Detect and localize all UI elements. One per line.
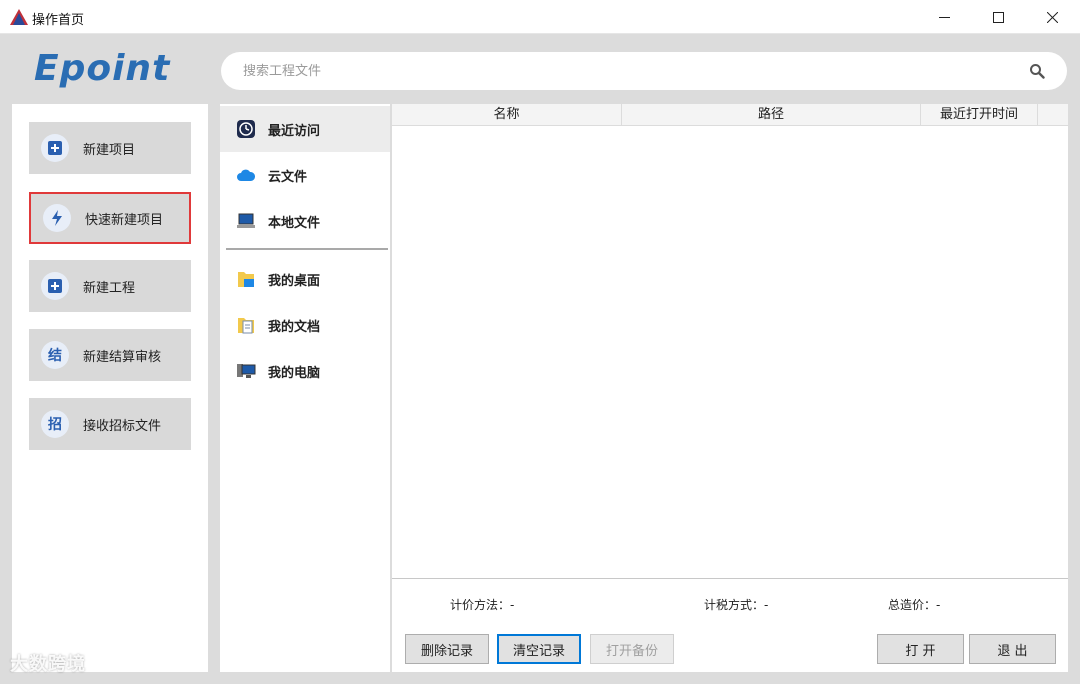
delete-record-button[interactable]: 删除记录: [405, 634, 489, 664]
nav-label-cloud: 云文件: [268, 169, 308, 185]
open-backup-button[interactable]: 打开备份: [590, 634, 674, 664]
pricing-method-text: 计价方法：-: [450, 598, 515, 612]
window-title: 操作首页: [32, 13, 85, 28]
laptop-icon: [236, 211, 256, 231]
nav-item-recent[interactable]: 最近访问: [220, 106, 390, 152]
nav-item-local[interactable]: 本地文件: [220, 198, 390, 244]
search-input[interactable]: [243, 52, 1023, 90]
clear-records-button[interactable]: 清空记录: [497, 634, 581, 664]
minimize-icon: [938, 16, 950, 18]
maximize-button[interactable]: [971, 0, 1025, 34]
close-button[interactable]: [1025, 0, 1079, 34]
new-project-button[interactable]: 新建项目: [29, 122, 191, 174]
new-construction-label: 新建工程: [83, 280, 136, 296]
nav-label-desktop: 我的桌面: [268, 273, 321, 289]
lightning-icon: [43, 204, 71, 232]
app-logo-icon: [10, 9, 28, 25]
column-header-last-opened[interactable]: 最近打开时间: [921, 104, 1038, 126]
new-construction-icon: [41, 272, 69, 300]
file-list-panel: 名称 路径 最近打开时间 计价方法：- 计税方式：- 总造价：- 删除记录 清空…: [392, 104, 1068, 672]
nav-label-local: 本地文件: [268, 215, 321, 231]
open-button[interactable]: 打 开: [877, 634, 964, 664]
tender-icon: 招: [41, 410, 69, 438]
documents-folder-icon: [236, 315, 256, 335]
nav-label-recent: 最近访问: [268, 123, 321, 139]
nav-item-documents[interactable]: 我的文档: [220, 302, 390, 348]
clock-icon: [236, 119, 256, 139]
header: Epoint: [0, 34, 1080, 104]
search-bar[interactable]: [221, 52, 1067, 90]
footer-divider: [392, 578, 1068, 579]
column-header-path[interactable]: 路径: [622, 104, 921, 126]
receive-tender-file-label: 接收招标文件: [83, 418, 162, 434]
desktop-folder-icon: [236, 269, 256, 289]
computer-icon: [236, 361, 256, 381]
minimize-button[interactable]: [917, 0, 971, 34]
action-panel: 新建项目 快速新建项目 新建工程 结 新建结算审核 招 接收招标文件: [12, 104, 208, 672]
nav-item-computer[interactable]: 我的电脑: [220, 348, 390, 394]
new-project-label: 新建项目: [83, 142, 136, 158]
receive-tender-file-button[interactable]: 招 接收招标文件: [29, 398, 191, 450]
brand-logo: Epoint: [34, 48, 171, 89]
nav-label-computer: 我的电脑: [268, 365, 321, 381]
total-cost-text: 总造价：-: [888, 598, 941, 612]
tax-method-text: 计税方式：-: [704, 598, 769, 612]
new-project-icon: [41, 134, 69, 162]
maximize-icon: [992, 11, 1004, 23]
cloud-icon: [236, 165, 256, 185]
quick-new-project-label: 快速新建项目: [85, 212, 164, 228]
watermark: 大数跨境: [10, 654, 86, 675]
exit-button[interactable]: 退 出: [969, 634, 1056, 664]
quick-new-project-button[interactable]: 快速新建项目: [29, 192, 191, 244]
title-bar: 操作首页: [0, 0, 1080, 34]
settlement-icon: 结: [41, 341, 69, 369]
search-icon[interactable]: [1029, 63, 1045, 79]
nav-item-cloud[interactable]: 云文件: [220, 152, 390, 198]
file-list[interactable]: [392, 126, 1068, 578]
nav-divider: [226, 248, 388, 250]
table-header: 名称 路径 最近打开时间: [392, 104, 1068, 126]
nav-label-documents: 我的文档: [268, 319, 321, 335]
close-icon: [1046, 11, 1058, 23]
nav-panel: 最近访问 云文件 本地文件 我的桌面 我的文档 我的电脑: [220, 104, 390, 672]
new-construction-button[interactable]: 新建工程: [29, 260, 191, 312]
new-settlement-audit-button[interactable]: 结 新建结算审核: [29, 329, 191, 381]
column-header-filler: [1038, 104, 1068, 126]
nav-item-desktop[interactable]: 我的桌面: [220, 256, 390, 302]
column-header-name[interactable]: 名称: [392, 104, 622, 126]
new-settlement-audit-label: 新建结算审核: [83, 349, 162, 365]
